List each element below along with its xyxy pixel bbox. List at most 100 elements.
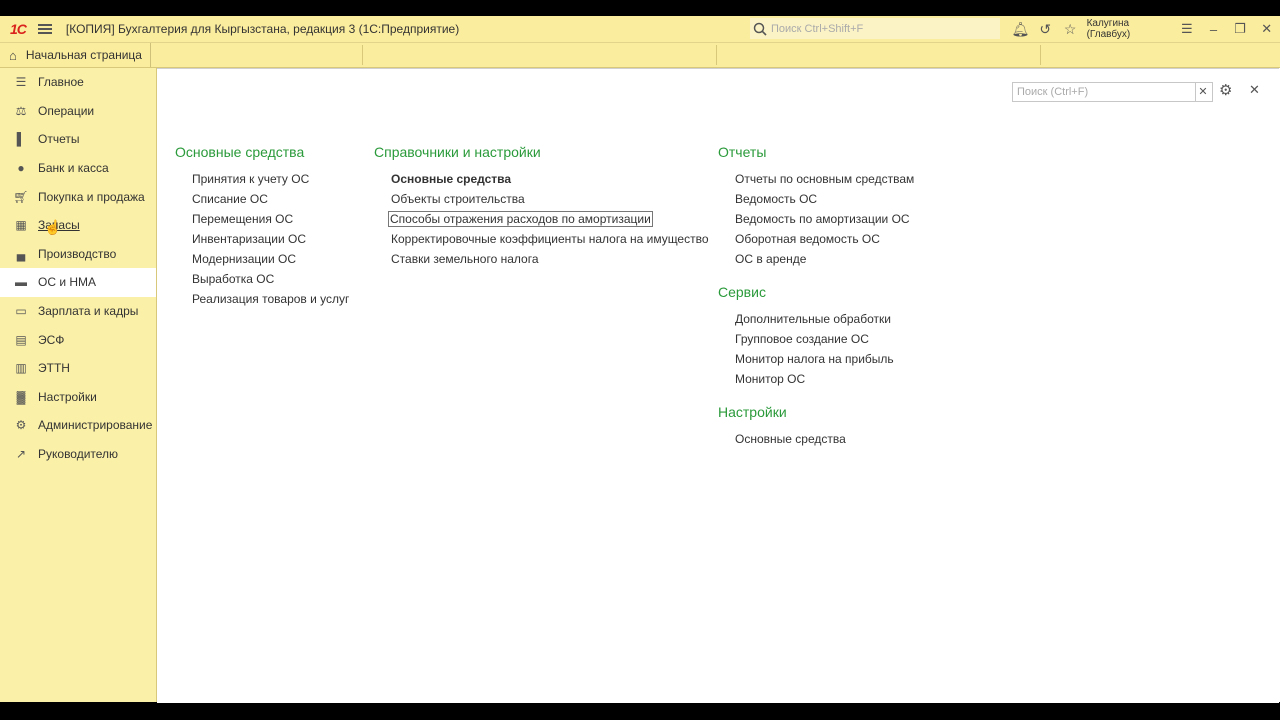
document-icon: ▤ xyxy=(15,332,27,347)
section-title: Отчеты xyxy=(718,144,767,160)
sections-sidebar: ☰ Главное ⚖ Операции ▌ Отчеты ● Банк и к… xyxy=(0,68,157,702)
link-inventory-os[interactable]: Инвентаризации ОС xyxy=(175,229,349,249)
card-icon: ▭ xyxy=(15,304,27,319)
section-title: Настройки xyxy=(718,404,787,420)
title-bar: 1С [КОПИЯ] Бухгалтерия для Кыргызстана, … xyxy=(0,16,1280,43)
history-icon[interactable]: ↺ xyxy=(1033,21,1058,38)
link-output-os[interactable]: Выработка ОС xyxy=(175,269,349,289)
close-window-icon[interactable]: ✕ xyxy=(1253,21,1280,37)
tab-home[interactable]: ⌂ Начальная страница xyxy=(0,43,151,67)
link-sales[interactable]: Реализация товаров и услуг xyxy=(175,289,349,309)
link-os-monitor[interactable]: Монитор ОС xyxy=(718,369,914,389)
link-os-lease[interactable]: ОС в аренде xyxy=(718,249,914,269)
column-directories: Справочники и настройки Основные средств… xyxy=(374,144,709,269)
link-os-reports[interactable]: Отчеты по основным средствам xyxy=(718,169,914,189)
sidebar-item-label: ЭТТН xyxy=(38,361,70,376)
restore-icon[interactable]: ❐ xyxy=(1227,21,1254,37)
sidebar-item-label: Покупка и продажа xyxy=(38,189,145,204)
cart-icon: 🛒︎ xyxy=(13,189,29,204)
link-accept-os[interactable]: Принятия к учету ОС xyxy=(175,169,349,189)
app-logo: 1С xyxy=(10,21,27,37)
tab-divider xyxy=(716,45,717,65)
coin-icon: ● xyxy=(17,161,25,176)
link-land-tax-rates[interactable]: Ставки земельного налога xyxy=(374,249,709,269)
link-writeoff-os[interactable]: Списание ОС xyxy=(175,189,349,209)
sidebar-item-label: Зарплата и кадры xyxy=(38,304,139,319)
sidebar-item-fixed-assets[interactable]: ▬ ОС и НМА xyxy=(0,268,156,297)
main-menu-icon[interactable] xyxy=(37,24,52,34)
link-turnover-statement[interactable]: Оборотная ведомость ОС xyxy=(718,229,914,249)
bar-chart-icon: ▌ xyxy=(16,132,26,147)
link-depreciation-statement[interactable]: Ведомость по амортизации ОС xyxy=(718,209,914,229)
star-icon[interactable]: ☆ xyxy=(1058,21,1083,38)
sidebar-item-main[interactable]: ☰ Главное xyxy=(0,68,156,97)
sidebar-item-production[interactable]: ▄ Производство xyxy=(0,240,156,269)
gear-icon: ⚙ xyxy=(15,418,27,433)
current-user[interactable]: Калугина (Главбух) xyxy=(1087,18,1166,40)
sidebar-item-label: Настройки xyxy=(38,389,97,404)
tab-divider xyxy=(1040,45,1041,65)
sidebar-item-purchase-sale[interactable]: 🛒︎ Покупка и продажа xyxy=(0,182,156,211)
clear-search-icon[interactable]: ✕ xyxy=(1194,82,1213,102)
window-title: [КОПИЯ] Бухгалтерия для Кыргызстана, ред… xyxy=(65,22,460,36)
link-settings-fixed-assets[interactable]: Основные средства xyxy=(718,429,914,449)
search-icon xyxy=(753,22,767,36)
link-transfer-os[interactable]: Перемещения ОС xyxy=(175,209,349,229)
panel-search-input[interactable] xyxy=(1015,85,1194,99)
home-icon: ⌂ xyxy=(9,47,17,63)
sidebar-item-label: Операции xyxy=(38,103,95,118)
link-modernization-os[interactable]: Модернизации ОС xyxy=(175,249,349,269)
trend-icon: ↗ xyxy=(15,447,27,462)
tab-home-label: Начальная страница xyxy=(25,48,142,62)
tab-divider xyxy=(362,45,363,65)
link-group-create-os[interactable]: Групповое создание ОС xyxy=(718,329,914,349)
list-icon: ☰ xyxy=(15,75,27,90)
mouse-cursor-icon: ☝ xyxy=(44,218,62,235)
sidebar-item-bank[interactable]: ● Банк и касса xyxy=(0,154,156,183)
sidebar-item-label: Производство xyxy=(38,246,117,261)
section-title: Справочники и настройки xyxy=(374,144,541,160)
sidebar-item-salary[interactable]: ▭ Зарплата и кадры xyxy=(0,297,156,326)
cart-icon: ▥ xyxy=(15,361,27,376)
sidebar-item-label: Администрирование xyxy=(38,418,153,433)
global-search-field[interactable]: Поиск Ctrl+Shift+F xyxy=(750,18,1000,39)
link-os-statement[interactable]: Ведомость ОС xyxy=(718,189,914,209)
sidebar-item-label: Руководителю xyxy=(38,447,119,462)
section-title: Сервис xyxy=(718,284,766,300)
section-panel: ✕ ⚙ ✕ Основные средства Принятия к учету… xyxy=(157,68,1279,703)
sidebar-item-label: Отчеты xyxy=(38,132,80,147)
link-construction-objects[interactable]: Объекты строительства xyxy=(374,189,709,209)
tab-strip: ⌂ Начальная страница xyxy=(0,43,1280,68)
column-fixed-assets: Основные средства Принятия к учету ОС Сп… xyxy=(175,144,349,309)
bell-icon[interactable]: 🔔︎ xyxy=(1008,21,1033,38)
building-icon: ▓ xyxy=(16,389,26,404)
column-reports: Отчеты Отчеты по основным средствам Ведо… xyxy=(718,144,914,449)
minimize-icon[interactable]: – xyxy=(1200,22,1227,37)
sidebar-item-label: ОС и НМА xyxy=(38,275,97,290)
panel-search-field[interactable] xyxy=(1012,82,1196,102)
sidebar-item-administration[interactable]: ⚙ Администрирование xyxy=(0,411,156,440)
sidebar-item-settings[interactable]: ▓ Настройки xyxy=(0,383,156,412)
sidebar-item-esf[interactable]: ▤ ЭСФ xyxy=(0,325,156,354)
settings-menu-icon[interactable]: ☰ xyxy=(1174,21,1201,37)
factory-icon: ▄ xyxy=(16,246,26,261)
close-icon[interactable]: ✕ xyxy=(1249,82,1260,98)
truck-icon: ▬ xyxy=(15,275,27,290)
link-depreciation-methods[interactable]: Способы отражения расходов по амортизаци… xyxy=(374,209,709,229)
link-fixed-assets-catalog[interactable]: Основные средства xyxy=(374,169,709,189)
link-property-tax-coefficients[interactable]: Корректировочные коэффициенты налога на … xyxy=(374,229,709,249)
link-profit-tax-monitor[interactable]: Монитор налога на прибыль xyxy=(718,349,914,369)
sidebar-item-label: Главное xyxy=(38,75,84,90)
gear-icon[interactable]: ⚙ xyxy=(1219,81,1232,99)
sidebar-item-label: Банк и касса xyxy=(38,161,109,176)
sidebar-item-manager[interactable]: ↗ Руководителю xyxy=(0,440,156,469)
sidebar-item-operations[interactable]: ⚖ Операции xyxy=(0,97,156,126)
sidebar-item-ettn[interactable]: ▥ ЭТТН xyxy=(0,354,156,383)
sidebar-item-stock[interactable]: ▦ Запасы ☝ xyxy=(0,211,156,240)
global-search-placeholder: Поиск Ctrl+Shift+F xyxy=(771,22,864,35)
link-depreciation-methods-label: Способы отражения расходов по амортизаци… xyxy=(388,211,653,227)
link-additional-processing[interactable]: Дополнительные обработки xyxy=(718,309,914,329)
sidebar-item-reports[interactable]: ▌ Отчеты xyxy=(0,125,156,154)
operations-icon: ⚖ xyxy=(15,103,27,118)
section-title: Основные средства xyxy=(175,144,305,160)
